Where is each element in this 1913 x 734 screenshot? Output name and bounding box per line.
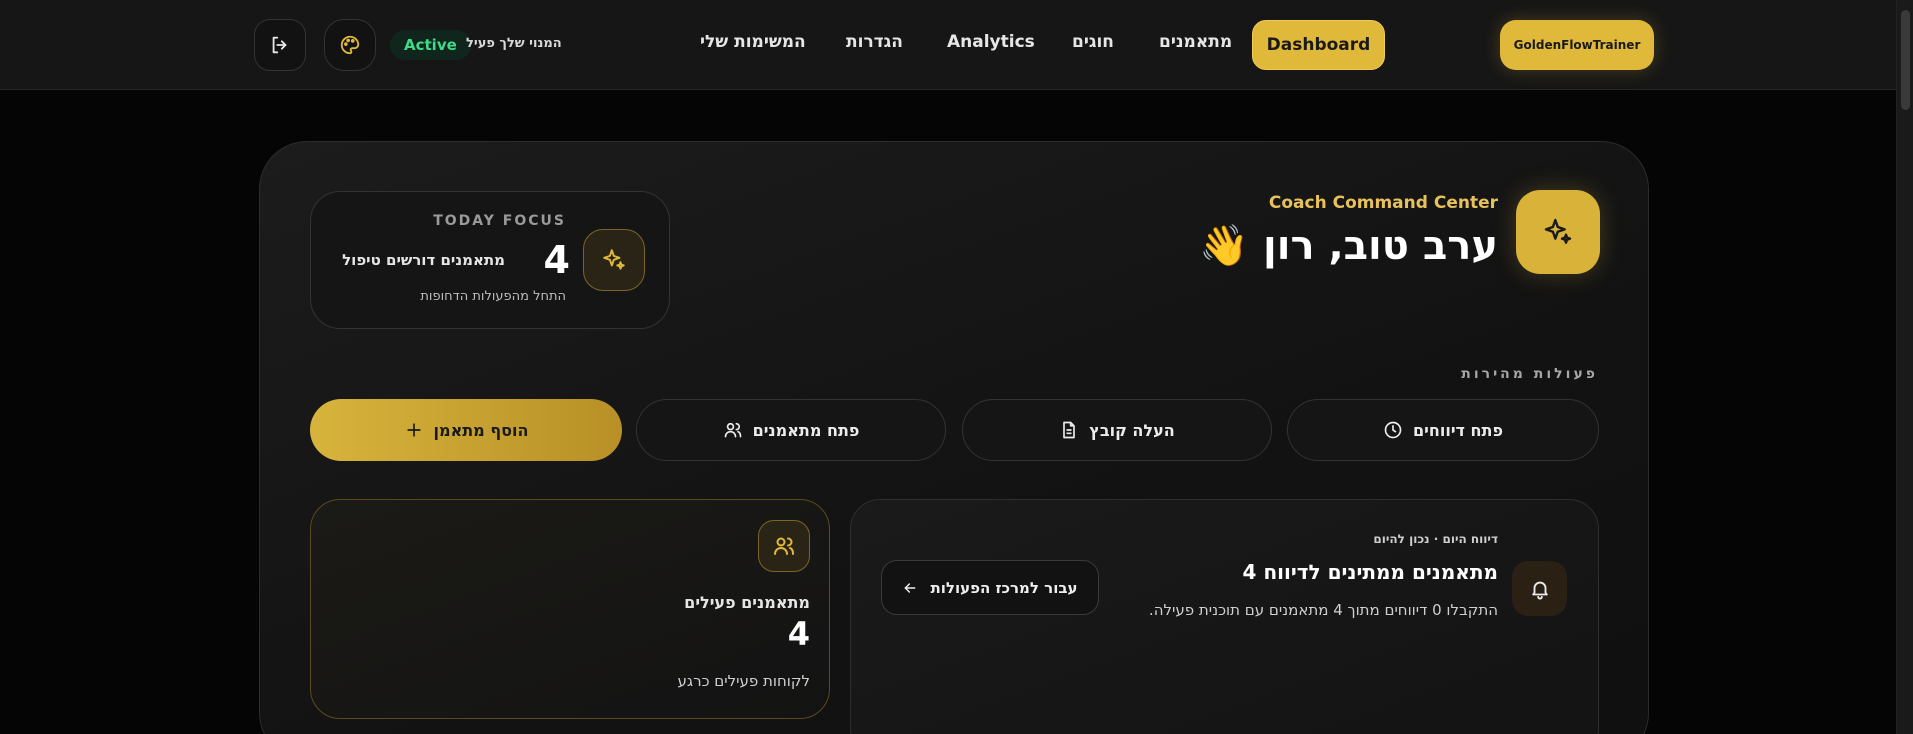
upload-file-label: העלה קובץ bbox=[1089, 420, 1175, 440]
bell-icon bbox=[1531, 581, 1548, 600]
today-focus-subtext: התחל מהפעולות הדחופות bbox=[420, 289, 566, 304]
today-focus-icon-box bbox=[583, 229, 645, 291]
subscription-status-text: המנוי שלך פעיל bbox=[466, 36, 562, 51]
add-trainee-label: הוסף מתאמן bbox=[433, 420, 529, 440]
daily-report-icon-box bbox=[1512, 561, 1567, 616]
plus-icon bbox=[406, 423, 421, 437]
arrow-left-icon bbox=[905, 582, 916, 593]
sparkles-icon bbox=[603, 249, 625, 270]
nav-settings[interactable]: הגדרות bbox=[846, 32, 903, 52]
nav-circles[interactable]: חוגים bbox=[1072, 32, 1114, 52]
quick-actions-label: פעולות מהירות bbox=[1461, 366, 1598, 382]
upload-file-button[interactable]: העלה קובץ bbox=[962, 399, 1272, 461]
add-trainee-button[interactable]: הוסף מתאמן bbox=[310, 399, 622, 461]
open-trainees-label: פתח מתאמנים bbox=[752, 420, 860, 440]
active-trainees-label: מתאמנים פעילים bbox=[684, 593, 810, 612]
daily-report-title: 4 מתאמנים ממתינים לדיווח bbox=[1242, 560, 1498, 584]
open-trainees-button[interactable]: פתח מתאמנים bbox=[636, 399, 946, 461]
daily-report-description: התקבלו 0 דיווחים מתוך 4 מתאמנים עם תוכני… bbox=[1148, 601, 1498, 619]
palette-icon bbox=[340, 35, 360, 55]
active-trainees-icon-box bbox=[758, 520, 810, 572]
active-trainees-subtext: לקוחות פעילים כרגע bbox=[677, 672, 810, 690]
theme-button[interactable] bbox=[324, 19, 376, 71]
greeting-title: ערב טוב, רון 👋 bbox=[1199, 223, 1498, 269]
active-trainees-value: 4 bbox=[787, 615, 810, 653]
open-reports-button[interactable]: פתח דיווחים bbox=[1287, 399, 1599, 461]
clock-icon bbox=[1384, 421, 1402, 439]
brand-button[interactable]: GoldenFlowTrainer bbox=[1500, 20, 1654, 70]
today-focus-text: מתאמנים דורשים טיפול bbox=[342, 251, 505, 269]
daily-report-meta: דיווח היום · נכון להיום bbox=[1373, 532, 1498, 546]
scrollbar[interactable] bbox=[1896, 0, 1913, 734]
hero-kicker: Coach Command Center bbox=[1268, 193, 1498, 213]
users-icon bbox=[724, 422, 741, 438]
scrollbar-thumb[interactable] bbox=[1901, 10, 1910, 110]
nav-trainees[interactable]: מתאמנים bbox=[1159, 32, 1232, 52]
go-to-action-center-button[interactable]: עבור למרכז הפעולות bbox=[881, 560, 1099, 615]
open-reports-label: פתח דיווחים bbox=[1413, 420, 1503, 440]
nav-my-tasks[interactable]: המשימות שלי bbox=[700, 32, 806, 52]
nav-dashboard[interactable]: Dashboard bbox=[1252, 20, 1385, 70]
active-status-badge: Active bbox=[390, 30, 471, 60]
logout-icon bbox=[272, 36, 287, 54]
today-focus-count: 4 bbox=[543, 238, 570, 282]
logout-button[interactable] bbox=[254, 19, 306, 71]
file-icon bbox=[1063, 421, 1076, 439]
users-icon bbox=[774, 537, 794, 555]
hero-icon-box bbox=[1516, 190, 1600, 274]
sparkles-icon bbox=[1544, 218, 1572, 244]
today-focus-label: TODAY FOCUS bbox=[433, 213, 566, 229]
nav-analytics[interactable]: Analytics bbox=[947, 32, 1035, 52]
go-to-action-center-label: עבור למרכז הפעולות bbox=[930, 578, 1078, 597]
